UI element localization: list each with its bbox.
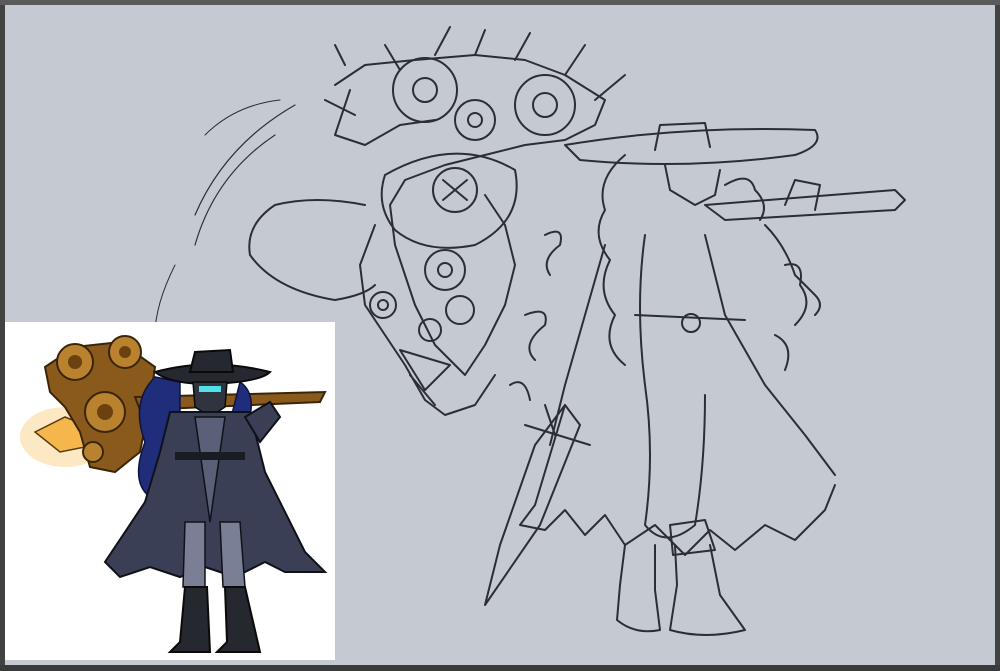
gear-sketch-1 bbox=[392, 57, 458, 123]
character-reference-icon bbox=[20, 335, 328, 653]
reference-image-panel bbox=[5, 322, 335, 660]
gear-sketch-3 bbox=[454, 99, 496, 141]
hat-sketch bbox=[564, 128, 819, 165]
hammer-head-sketch bbox=[334, 54, 606, 376]
bottom-border bbox=[0, 665, 1000, 671]
drawing-app-window bbox=[0, 0, 1000, 671]
sword-sketch bbox=[484, 404, 581, 606]
staff-sketch bbox=[704, 189, 906, 221]
gear-sketch-2 bbox=[514, 74, 576, 136]
